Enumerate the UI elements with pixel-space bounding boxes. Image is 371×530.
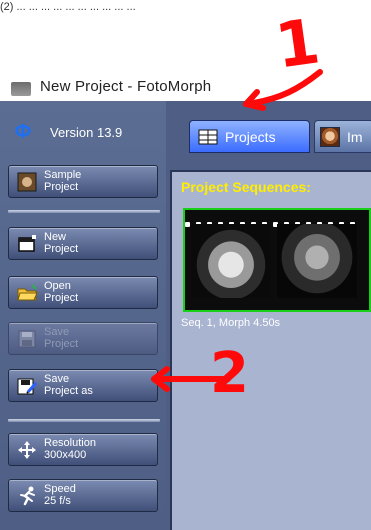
project-sequences-title: Project Sequences: xyxy=(181,179,311,195)
save-as-icon xyxy=(17,378,38,395)
speed-button[interactable]: Speed 25 f/s xyxy=(8,479,158,512)
film-perforations xyxy=(185,302,369,308)
sequence-caption: Seq. 1, Morph 4.50s xyxy=(181,317,281,329)
annotation-number-2: 2 xyxy=(210,341,249,406)
open-project-label: Open Project xyxy=(44,280,79,304)
save-project-label: Save Project xyxy=(44,326,79,350)
sample-project-button[interactable]: Sample Project xyxy=(8,165,158,198)
app-icon xyxy=(11,82,31,96)
left-sidebar: Φ Version 13.9 Sample Project New Projec… xyxy=(0,101,166,530)
new-project-label: New Project xyxy=(44,231,79,255)
save-project-as-button[interactable]: Save Project as xyxy=(8,369,158,402)
cropped-header-text: (2) ... ... ... ... ... ... ... ... ... … xyxy=(0,1,136,13)
source-image xyxy=(191,224,271,298)
film-perforations xyxy=(185,214,369,227)
version-row: Φ Version 13.9 xyxy=(0,101,166,157)
open-folder-icon xyxy=(17,284,38,301)
target-image xyxy=(277,224,357,298)
open-project-button[interactable]: Open Project xyxy=(8,276,158,309)
save-icon xyxy=(18,330,36,348)
resolution-button[interactable]: Resolution 300x400 xyxy=(8,433,158,466)
fotomorph-logo-icon: Φ xyxy=(14,121,32,143)
running-icon xyxy=(20,486,35,506)
new-project-icon xyxy=(18,235,36,252)
tab-projects[interactable]: Projects xyxy=(189,120,310,153)
sequence-thumbnail[interactable] xyxy=(183,208,371,312)
sample-project-label: Sample Project xyxy=(44,169,82,193)
move-icon xyxy=(18,441,36,459)
grid-icon xyxy=(198,129,218,145)
speed-label: Speed 25 f/s xyxy=(44,483,76,507)
new-project-button[interactable]: New Project xyxy=(8,227,158,260)
version-label: Version 13.9 xyxy=(50,125,123,140)
annotation-number-1: 1 xyxy=(271,4,324,83)
sidebar-divider xyxy=(8,210,160,213)
window-titlebar: New Project - FotoMorph xyxy=(0,75,371,101)
save-project-button[interactable]: Save Project xyxy=(8,322,158,355)
portrait-icon xyxy=(17,172,37,192)
image-tab-icon xyxy=(320,127,340,147)
tab-projects-label: Projects xyxy=(225,129,276,145)
save-project-as-label: Save Project as xyxy=(44,373,93,397)
resolution-label: Resolution 300x400 xyxy=(44,437,96,461)
tab-images-label: Im xyxy=(347,129,363,145)
sidebar-divider xyxy=(8,419,160,422)
window-title: New Project - FotoMorph xyxy=(40,78,212,95)
tab-images[interactable]: Im xyxy=(314,120,371,153)
